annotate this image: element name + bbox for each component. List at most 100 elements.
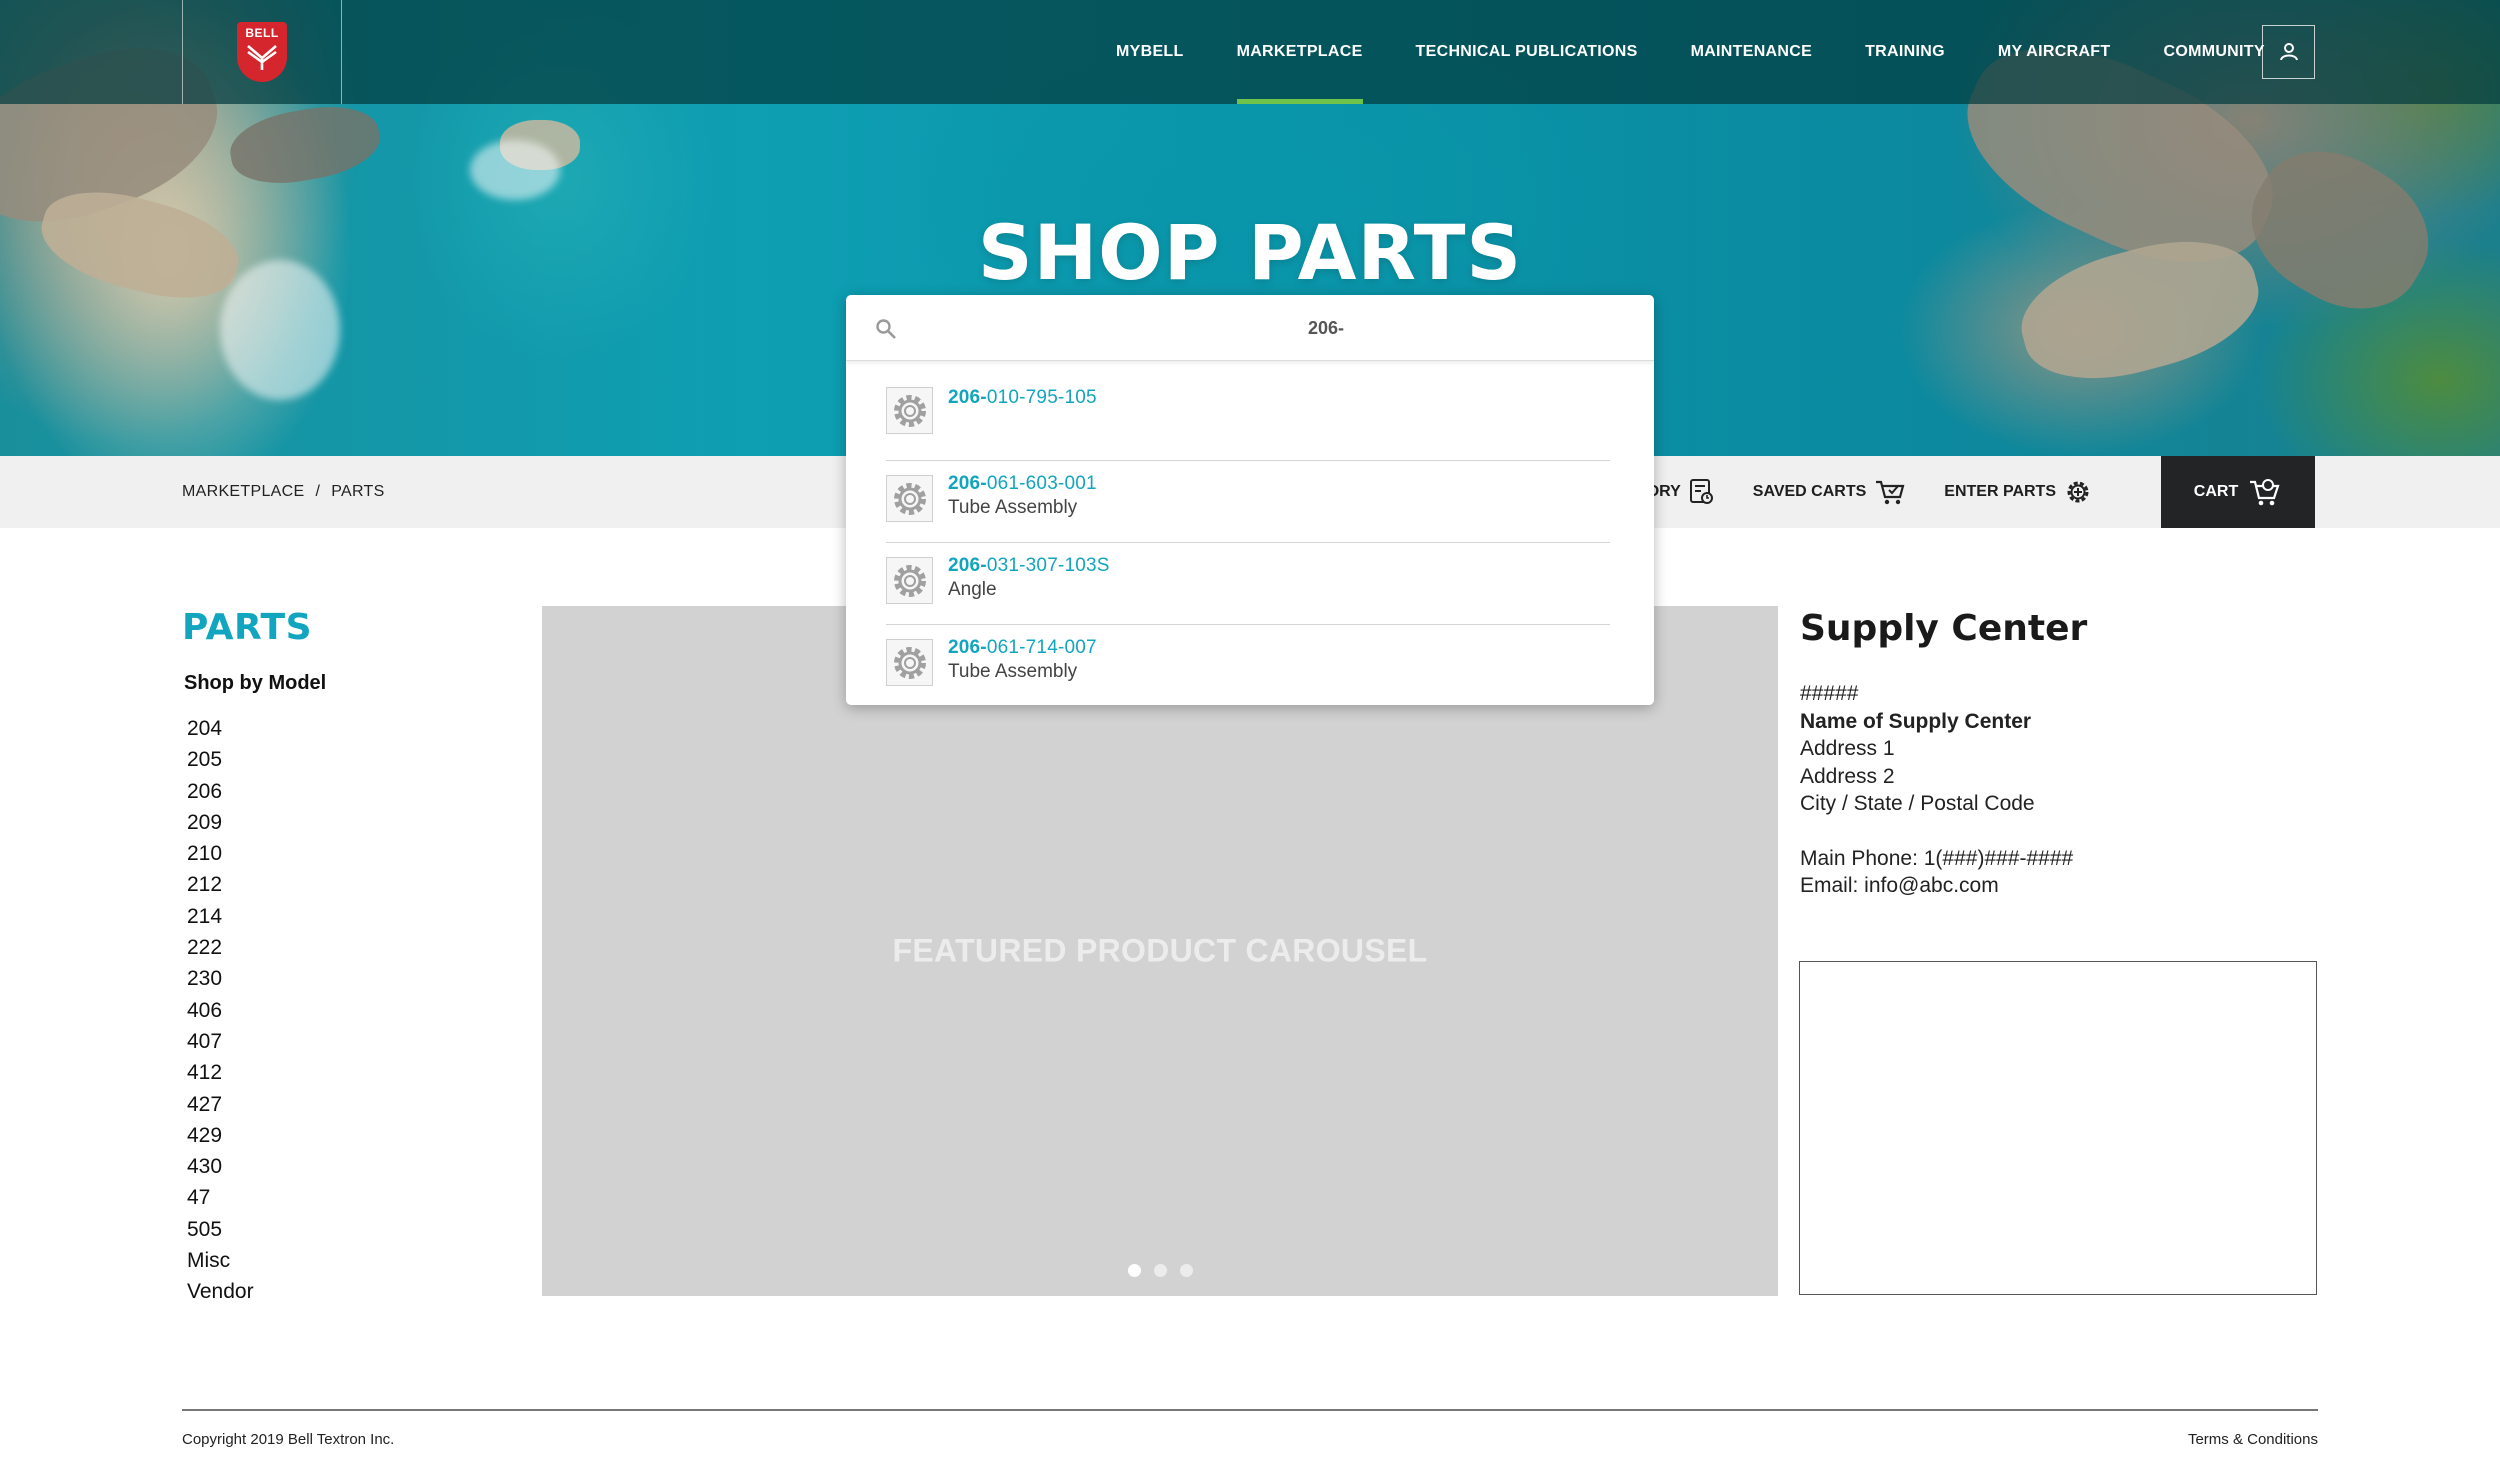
search-results: 206-010-795-105 206-061-603-001 Tube Ass… (886, 375, 1654, 705)
part-number: 206-061-714-007 (948, 637, 1097, 659)
nav-mybell[interactable]: MYBELL (1116, 0, 1184, 104)
model-link-205[interactable]: 205 (187, 744, 254, 775)
search-autocomplete-panel: 206-010-795-105 206-061-603-001 Tube Ass… (846, 295, 1654, 705)
breadcrumb-marketplace[interactable]: MARKETPLACE (182, 483, 304, 501)
model-link-406[interactable]: 406 (187, 995, 254, 1026)
search-result-item[interactable]: 206-061-714-007 Tube Assembly (886, 625, 1610, 705)
part-thumbnail (886, 387, 933, 434)
model-link-230[interactable]: 230 (187, 963, 254, 994)
cart-button[interactable]: CART (2161, 456, 2315, 528)
user-icon (2279, 43, 2298, 61)
nav-marketplace[interactable]: MARKETPLACE (1236, 0, 1363, 104)
model-link-209[interactable]: 209 (187, 807, 254, 838)
nav-maintenance[interactable]: MAINTENANCE (1691, 0, 1813, 104)
supply-center-name: Name of Supply Center (1800, 709, 2032, 733)
logo-link[interactable]: BELL (182, 0, 342, 104)
shop-by-model-heading: Shop by Model (184, 672, 327, 694)
part-number: 206-061-603-001 (948, 473, 1097, 495)
part-thumbnail (886, 639, 933, 686)
search-result-item[interactable]: 206-010-795-105 (886, 375, 1610, 461)
part-description: Angle (948, 579, 997, 600)
supply-center-info: ##### Name of Supply Center Address 1 Ad… (1800, 680, 2073, 900)
featured-product-carousel[interactable]: FEATURED PRODUCT CAROUSEL (542, 606, 1778, 1296)
part-number-rest: 061-714-007 (986, 637, 1097, 658)
part-thumbnail (886, 557, 933, 604)
model-link-430[interactable]: 430 (187, 1151, 254, 1182)
history-icon (1689, 479, 1713, 504)
model-link-204[interactable]: 204 (187, 713, 254, 744)
parts-heading: PARTS (182, 607, 313, 648)
part-thumbnail (886, 475, 933, 522)
nav-my-aircraft[interactable]: MY AIRCRAFT (1998, 0, 2111, 104)
breadcrumb-parts[interactable]: PARTS (331, 483, 384, 501)
search-result-item[interactable]: 206-031-307-103S Angle (886, 543, 1610, 625)
carousel-dot-3[interactable] (1179, 1264, 1193, 1277)
terms-link[interactable]: Terms & Conditions (2188, 1431, 2318, 1448)
gear-icon (893, 394, 926, 427)
part-description: Tube Assembly (948, 497, 1078, 518)
part-number-rest: 010-795-105 (986, 387, 1097, 408)
user-account-button[interactable] (2262, 25, 2315, 79)
model-link-misc[interactable]: Misc (187, 1245, 254, 1276)
saved-carts-label: SAVED CARTS (1752, 483, 1867, 500)
gear-plus-icon (2067, 481, 2089, 503)
carousel-dot-2[interactable] (1153, 1264, 1167, 1277)
gear-icon (893, 482, 926, 515)
model-link-505[interactable]: 505 (187, 1214, 254, 1245)
hero-rock (225, 97, 385, 193)
gear-icon (893, 564, 926, 597)
model-link-214[interactable]: 214 (187, 901, 254, 932)
model-link-206[interactable]: 206 (187, 776, 254, 807)
cart-icon (2250, 479, 2280, 506)
search-result-item[interactable]: 206-061-603-001 Tube Assembly (886, 461, 1610, 543)
saved-carts-link[interactable]: SAVED CARTS (1753, 478, 1907, 506)
model-link-212[interactable]: 212 (187, 869, 254, 900)
supply-center-number: ##### (1800, 682, 1859, 705)
enter-parts-link[interactable]: ENTER PARTS (1944, 478, 2092, 506)
supply-center-email: Email: info@abc.com (1800, 874, 1999, 897)
carousel-placeholder-label: FEATURED PRODUCT CAROUSEL (892, 932, 1428, 969)
supply-center-address2: Address 2 (1800, 764, 1895, 788)
model-link-412[interactable]: 412 (187, 1057, 254, 1088)
part-number-match: 206- (948, 637, 987, 658)
model-link-407[interactable]: 407 (187, 1026, 254, 1057)
top-navigation: BELL MYBELL MARKETPLACE TECHNICAL PUBLIC… (0, 0, 2500, 104)
bell-logo: BELL (237, 22, 287, 82)
part-number: 206-010-795-105 (948, 387, 1097, 409)
model-link-429[interactable]: 429 (187, 1120, 254, 1151)
footer-divider (182, 1409, 2318, 1411)
part-number-match: 206- (948, 555, 987, 576)
carousel-dots (542, 1264, 1778, 1277)
main-nav: MYBELL MARKETPLACE TECHNICAL PUBLICATION… (1116, 0, 2318, 104)
supply-center-city: City / State / Postal Code (1800, 792, 2035, 815)
search-icon (876, 319, 896, 339)
model-link-47[interactable]: 47 (187, 1182, 254, 1213)
breadcrumb-separator: / (315, 483, 321, 500)
breadcrumb: MARKETPLACE / PARTS (182, 456, 385, 528)
model-link-427[interactable]: 427 (187, 1089, 254, 1120)
supply-center-address1: Address 1 (1800, 737, 1895, 760)
hero-title: SHOP PARTS (977, 208, 1523, 297)
logo-text: BELL (245, 26, 279, 40)
gear-icon (893, 646, 926, 679)
toolbar-links: HISTORY SAVED CARTS ENTER PARTS (1611, 456, 2130, 528)
model-link-210[interactable]: 210 (187, 838, 254, 869)
carousel-dot-1[interactable] (1127, 1264, 1141, 1277)
supply-center-phone: Main Phone: 1(###)###-#### (1800, 846, 2074, 870)
part-number-rest: 061-603-001 (986, 473, 1097, 494)
model-link-222[interactable]: 222 (187, 932, 254, 963)
model-link-vendor[interactable]: Vendor (187, 1276, 254, 1307)
supply-center-map[interactable] (1799, 961, 2317, 1295)
nav-technical-publications[interactable]: TECHNICAL PUBLICATIONS (1416, 0, 1638, 104)
search-bar (846, 295, 1654, 361)
hero-foam (470, 140, 560, 200)
cart-label: CART (2193, 483, 2239, 500)
part-number: 206-031-307-103S (948, 555, 1110, 577)
nav-training[interactable]: TRAINING (1865, 0, 1945, 104)
enter-parts-label: ENTER PARTS (1944, 483, 2056, 500)
supply-center-heading: Supply Center (1800, 608, 2088, 649)
search-input[interactable] (916, 308, 1616, 348)
nav-community[interactable]: COMMUNITY (2163, 0, 2264, 104)
part-number-match: 206- (948, 387, 987, 408)
